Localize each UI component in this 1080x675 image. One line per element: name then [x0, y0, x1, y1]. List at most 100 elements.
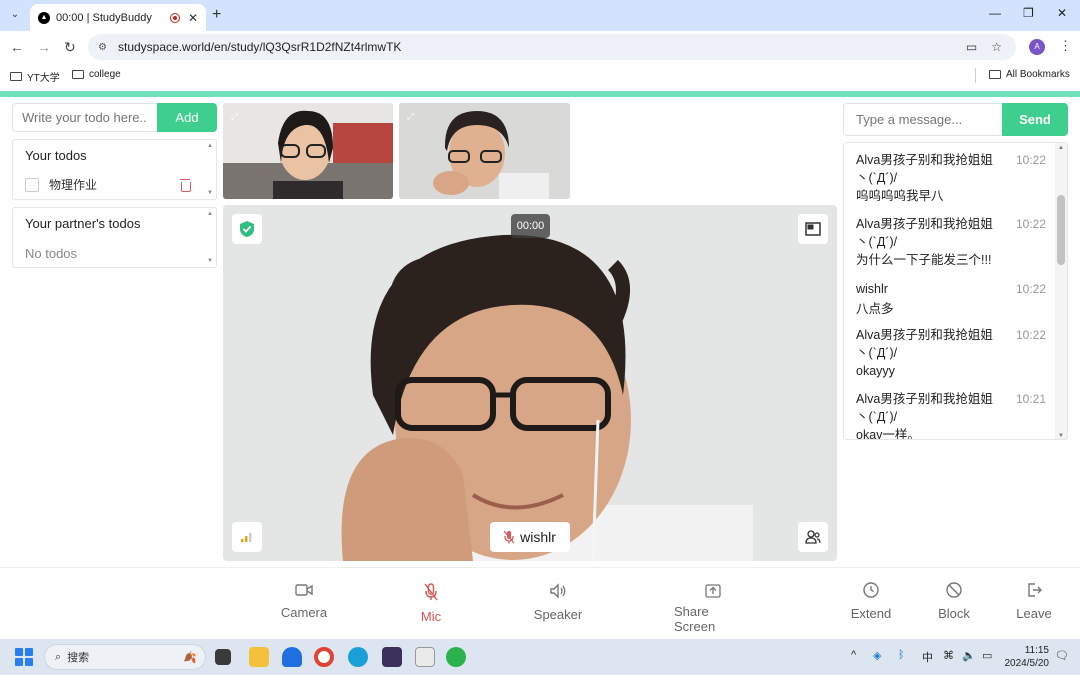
snipping-tool-icon[interactable] [415, 647, 435, 667]
recording-icon [169, 12, 180, 23]
url-bar[interactable]: ⚙ studyspace.world/en/study/lQ3QsrR1D2fN… [88, 34, 1016, 60]
leave-label: Leave [1016, 606, 1052, 621]
window-close-button[interactable]: ✕ [1057, 6, 1067, 20]
your-todos-heading: Your todos [25, 148, 87, 163]
partner-todos-heading: Your partner's todos [25, 216, 141, 231]
scroll-down-arrow[interactable]: ▼ [207, 190, 213, 196]
profile-avatar[interactable]: A [1029, 39, 1045, 55]
leave-button[interactable]: Leave [1015, 582, 1053, 621]
tab-search-button[interactable]: ⌄ [6, 6, 24, 24]
reload-button[interactable]: ↻ [64, 39, 76, 56]
scroll-down-arrow[interactable]: ▼ [1058, 433, 1064, 439]
app-icon-cat[interactable] [382, 647, 402, 667]
connection-quality-indicator[interactable] [232, 522, 262, 552]
input-method-icon[interactable]: ⌘ [943, 649, 954, 662]
file-explorer-icon[interactable] [249, 647, 269, 667]
your-todos-panel: Your todos ▲ ▼ 物理作业 [12, 139, 217, 200]
browser-menu-icon[interactable]: ⋮ [1059, 38, 1072, 54]
todo-checkbox[interactable] [25, 177, 39, 192]
tab-close-icon[interactable]: ✕ [188, 11, 198, 25]
message-text: 为什么一下子能发三个!!! [856, 253, 992, 267]
show-hidden-icons[interactable]: ^ [851, 649, 856, 661]
extend-button[interactable]: Extend [848, 582, 894, 621]
chat-messages: Alva男孩子别和我抢姐姐丶(`Д´)/ 10:22 呜呜呜呜我早八 Alva男… [843, 142, 1068, 440]
block-button[interactable]: Block [935, 582, 973, 621]
all-bookmarks-button[interactable]: All Bookmarks [989, 69, 1070, 80]
edge-icon[interactable] [348, 647, 368, 667]
new-tab-button[interactable]: + [212, 6, 221, 24]
back-button[interactable]: ← [10, 39, 24, 55]
share-screen-button[interactable]: Share Screen [674, 584, 752, 634]
picture-in-picture-button[interactable] [798, 214, 828, 244]
tab-title: 00:00 | StudyBuddy [56, 11, 152, 24]
bookmark-separator [975, 68, 976, 83]
session-timer: 00:00 [511, 214, 550, 238]
participants-button[interactable] [798, 522, 828, 552]
site-info-icon[interactable]: ⚙ [98, 42, 110, 53]
participant-name: wishlr [520, 529, 556, 545]
scroll-up-arrow[interactable]: ▲ [1058, 145, 1064, 151]
clock-time: 11:15 [1024, 645, 1049, 656]
todo-input[interactable] [12, 103, 157, 132]
taskbar-search[interactable]: ⌕ 搜索 🍂 [44, 644, 206, 670]
camera-in-use-icon[interactable]: ▭ [966, 40, 977, 54]
wechat-icon[interactable] [446, 647, 466, 667]
extend-label: Extend [850, 606, 892, 621]
ime-indicator[interactable]: 中 [922, 649, 933, 665]
chrome-icon[interactable] [314, 647, 334, 667]
trash-icon[interactable] [180, 178, 191, 192]
chat-message: Alva男孩子别和我抢姐姐丶(`Д´)/ 10:21 okay一样。 [856, 390, 1056, 439]
scrollbar-thumb[interactable] [1057, 195, 1065, 265]
message-sender: wishlr [856, 282, 888, 296]
chat-message: Alva男孩子别和我抢姐姐丶(`Д´)/ 10:22 呜呜呜呜我早八 [856, 151, 1056, 205]
participant-name-badge: wishlr [490, 522, 570, 552]
bookmark-label: college [89, 69, 121, 80]
share-screen-label: Share Screen [674, 604, 716, 634]
chat-scrollbar[interactable]: ▲ ▼ [1055, 143, 1067, 439]
security-app-icon[interactable] [282, 647, 302, 667]
bookmark-folder-yt[interactable]: YT大学 [10, 69, 60, 84]
speaker-label: Speaker [533, 607, 583, 622]
add-todo-button[interactable]: Add [157, 103, 217, 132]
send-message-button[interactable]: Send [1002, 103, 1068, 136]
restore-button[interactable]: ❐ [1023, 6, 1034, 20]
battery-icon[interactable]: ▭ [982, 649, 992, 662]
todo-form: Add [12, 103, 217, 132]
notification-icon[interactable]: 🗨 [1055, 649, 1069, 662]
video-feed-image [223, 103, 393, 199]
partner-video-thumbnail[interactable]: ⤢ [399, 103, 570, 199]
self-video-thumbnail[interactable]: ⤢ [223, 103, 393, 199]
chat-input[interactable] [843, 103, 1002, 136]
expand-icon[interactable]: ⤢ [231, 111, 243, 123]
scroll-up-arrow[interactable]: ▲ [207, 211, 213, 217]
bookmark-star-icon[interactable]: ☆ [991, 40, 1002, 54]
shield-check-icon [240, 221, 254, 237]
bluetooth-icon[interactable]: ᛒ [898, 649, 905, 661]
message-sender: Alva男孩子别和我抢姐姐丶(`Д´)/ [856, 153, 993, 185]
taskbar-clock[interactable]: 11:15 2024/5/20 [1003, 644, 1050, 670]
page-accent-bar [0, 91, 1080, 97]
clock-icon [863, 582, 879, 598]
browser-tab[interactable]: ▲ 00:00 | StudyBuddy ✕ [30, 4, 206, 31]
scroll-up-arrow[interactable]: ▲ [207, 143, 213, 149]
camera-button[interactable]: Camera [281, 583, 327, 620]
message-sender: Alva男孩子别和我抢姐姐丶(`Д´)/ [856, 328, 993, 360]
tray-app-icon[interactable]: ◈ [873, 649, 881, 662]
expand-icon[interactable]: ⤢ [407, 111, 419, 123]
mic-muted-icon [504, 530, 515, 544]
scroll-down-arrow[interactable]: ▼ [207, 258, 213, 264]
secure-connection-badge[interactable] [232, 214, 262, 244]
volume-icon[interactable]: 🔈 [962, 649, 976, 662]
folder-icon [989, 70, 1001, 79]
message-text: okayyy [856, 364, 895, 378]
speaker-button[interactable]: Speaker [533, 583, 583, 622]
mic-label: Mic [420, 609, 442, 624]
task-view-icon[interactable] [215, 649, 231, 665]
chat-message: wishlr 10:22 八点多 [856, 280, 1056, 318]
windows-start-icon[interactable] [15, 648, 33, 666]
mic-button[interactable]: Mic [414, 583, 448, 624]
bookmark-folder-college[interactable]: college [72, 69, 121, 80]
forward-button[interactable]: → [37, 39, 51, 55]
minimize-button[interactable]: — [989, 6, 1001, 20]
speaker-icon [550, 583, 566, 599]
